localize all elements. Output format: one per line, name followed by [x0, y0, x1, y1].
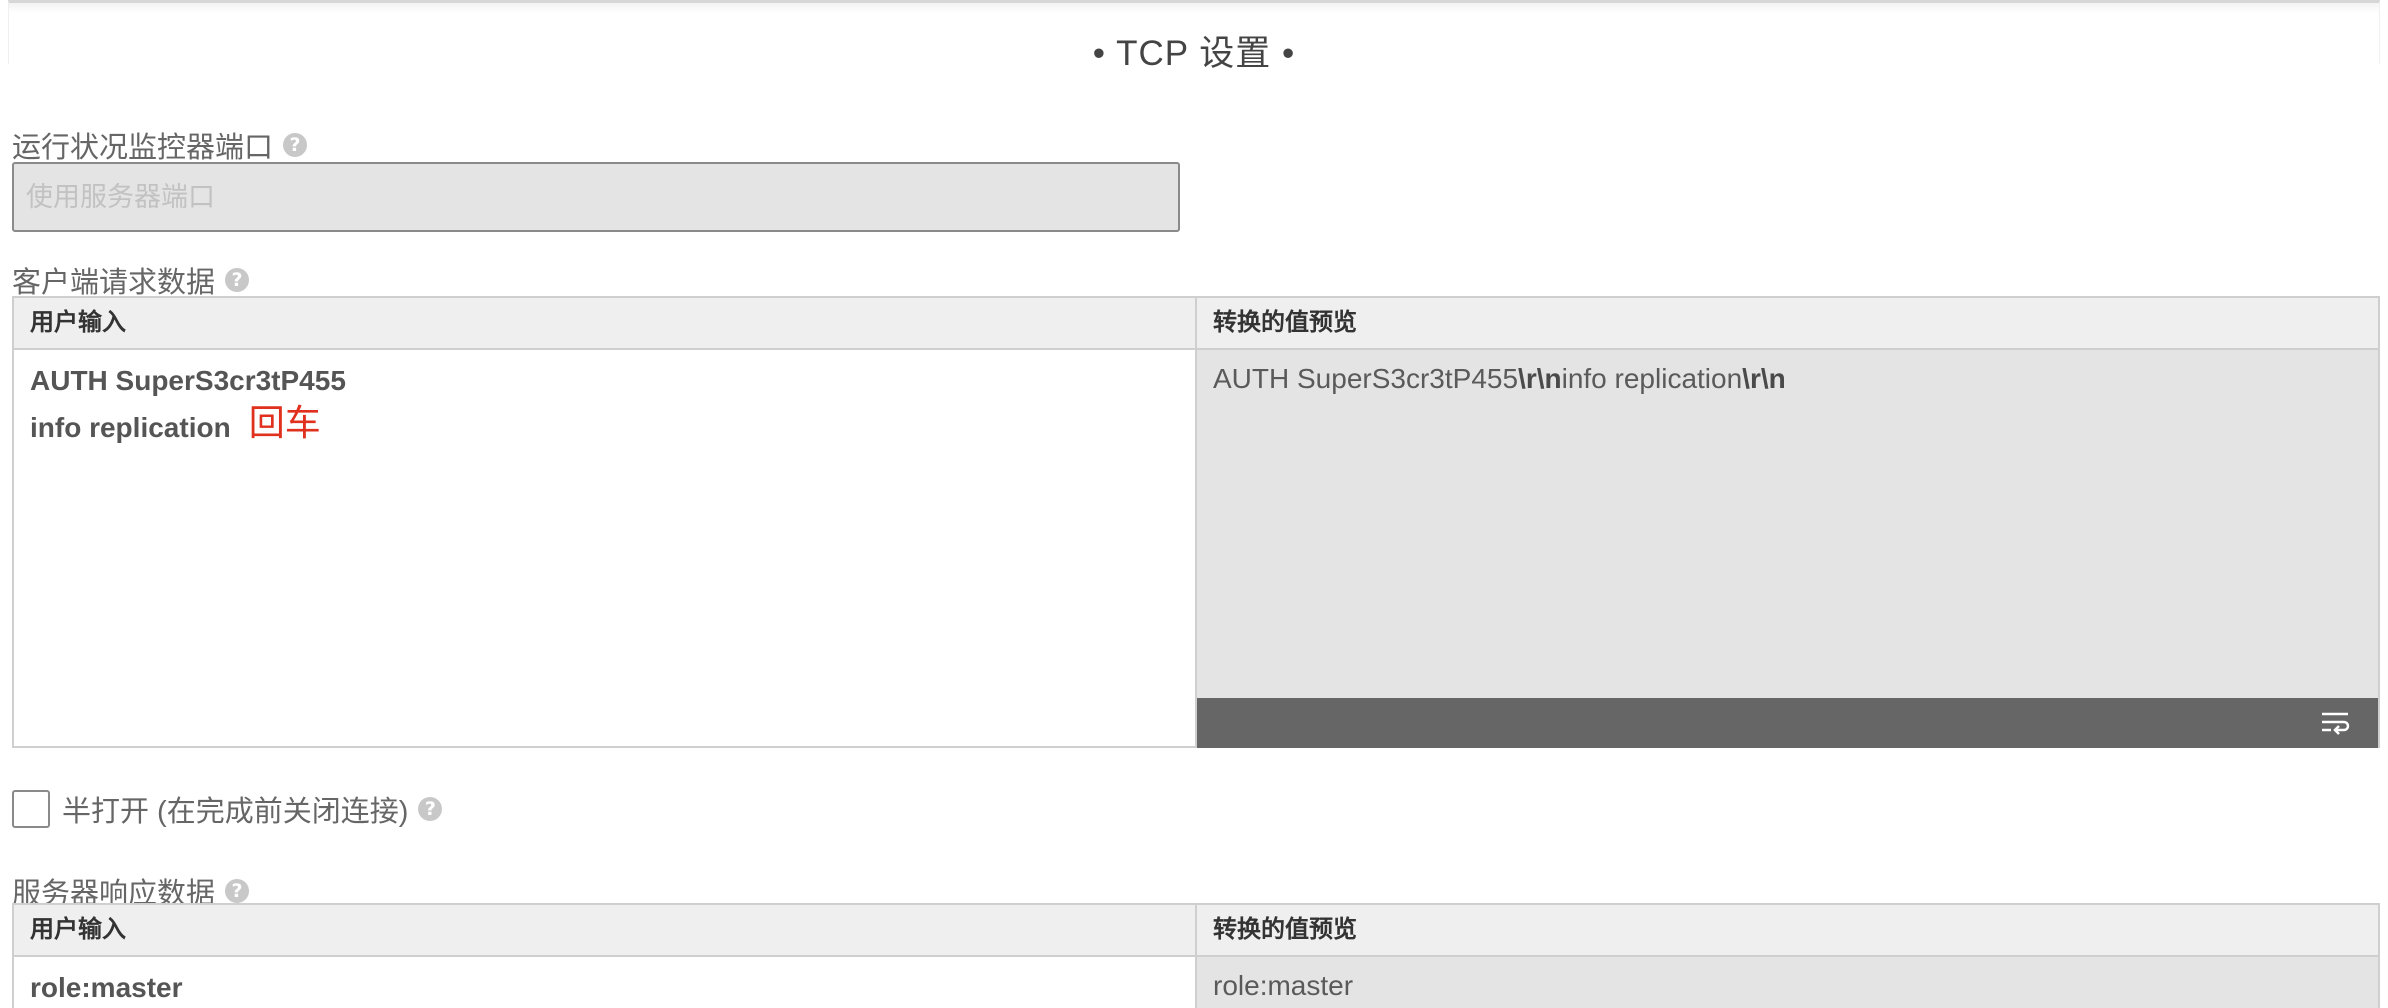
preview-toolbar: [1197, 698, 2378, 748]
preview-text: AUTH SuperS3cr3tP455: [1213, 363, 1519, 394]
client-request-input[interactable]: AUTH SuperS3cr3tP455 info replication 回车: [14, 350, 1197, 748]
half-open-checkbox[interactable]: [12, 790, 50, 828]
question-circle-icon[interactable]: ?: [283, 133, 308, 157]
input-line: AUTH SuperS3cr3tP455: [30, 365, 346, 396]
preview-escape: \r\n: [1518, 363, 1562, 394]
half-open-label: 半打开 (在完成前关闭连接): [62, 796, 409, 828]
health-port-label: 运行状况监控器端口: [12, 132, 274, 164]
column-header-input: 用户输入: [14, 905, 1197, 955]
column-header-preview: 转换的值预览: [1213, 916, 1357, 943]
preview-escape: \r\n: [1742, 363, 1786, 394]
text-wrap-icon[interactable]: [2320, 710, 2350, 736]
input-line: role:master: [30, 972, 183, 1003]
section-title: • TCP 设置 •: [1092, 34, 1296, 73]
preview-text: role:master: [1213, 970, 1354, 1001]
server-response-preview: role:master: [1197, 957, 2378, 1008]
half-open-row: 半打开 (在完成前关闭连接) ?: [12, 788, 443, 830]
question-circle-icon[interactable]: ?: [418, 797, 443, 821]
column-header-preview: 转换的值预览: [1213, 309, 1357, 336]
input-line: info replication: [30, 412, 231, 443]
column-header-input: 用户输入: [14, 298, 1197, 348]
health-port-label-row: 运行状况监控器端口 ?: [12, 124, 308, 166]
enter-annotation: 回车: [248, 402, 321, 443]
client-request-preview: AUTH SuperS3cr3tP455\r\ninfo replication…: [1197, 350, 2378, 748]
server-response-table: 用户输入 转换的值预览 role:master role:master: [12, 903, 2380, 1008]
table-header: 用户输入 转换的值预览: [14, 905, 2378, 957]
client-request-label-row: 客户端请求数据 ?: [12, 259, 250, 301]
tcp-settings-page: • TCP 设置 • 运行状况监控器端口 ? 客户端请求数据 ? 用户输入 转换…: [0, 0, 2388, 1008]
health-port-input[interactable]: [12, 162, 1180, 232]
preview-text: info replication: [1561, 363, 1743, 394]
question-circle-icon[interactable]: ?: [225, 268, 250, 292]
client-request-table: 用户输入 转换的值预览 AUTH SuperS3cr3tP455 info re…: [12, 296, 2380, 748]
table-header: 用户输入 转换的值预览: [14, 298, 2378, 350]
section-header: • TCP 设置 •: [8, 0, 2380, 73]
question-circle-icon[interactable]: ?: [225, 879, 250, 903]
server-response-input[interactable]: role:master: [14, 957, 1197, 1008]
client-request-label: 客户端请求数据: [12, 267, 216, 299]
